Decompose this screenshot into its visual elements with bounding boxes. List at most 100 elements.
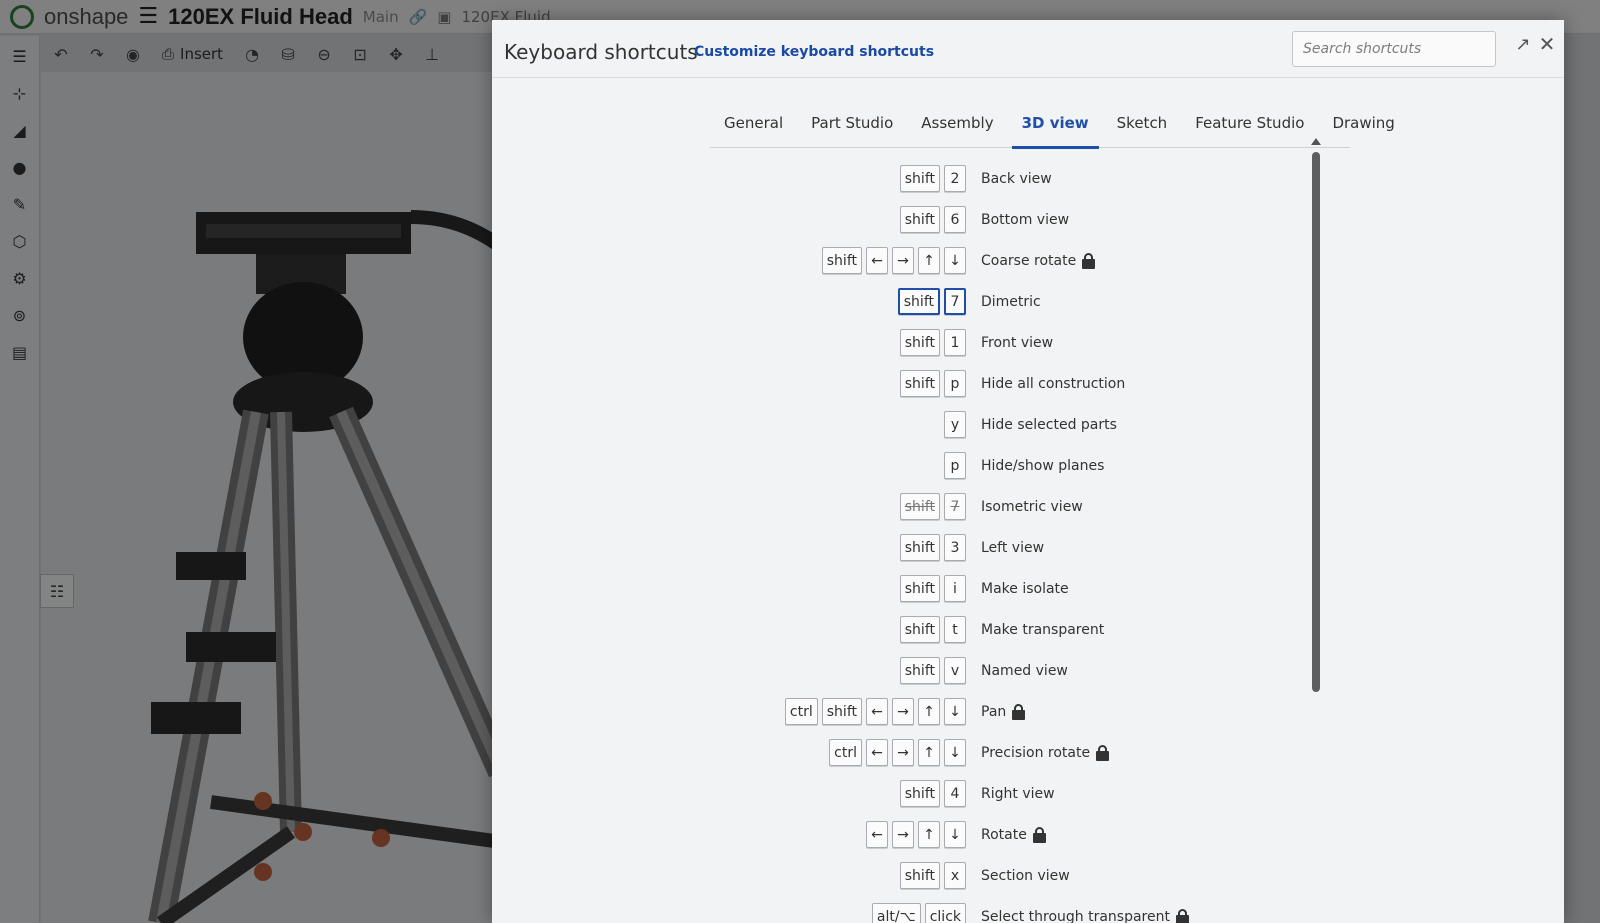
expand-icon[interactable]: ↗ [1512,32,1534,56]
key-cap: ctrl [829,739,862,766]
key-cap: y [944,411,966,438]
key-combo: shift t [712,616,966,643]
tab-general[interactable]: General [710,98,797,148]
shortcut-action-label: Named view [981,662,1068,679]
shortcut-action: Right view [981,786,1055,802]
shortcut-action-label: Back view [981,170,1052,187]
shortcut-action-label: Front view [981,334,1054,351]
shortcut-action-label: Hide/show planes [981,457,1105,474]
key-cap: ↑ [918,247,940,274]
key-cap: t [944,616,966,643]
shortcut-action-label: Isometric view [981,498,1083,515]
shortcut-action: Bottom view [981,212,1069,228]
shortcut-action-label: Make isolate [981,580,1069,597]
scroll-up-icon[interactable] [1311,138,1321,145]
shortcut-action: Select through transparent [981,908,1189,923]
scroll-thumb[interactable] [1312,152,1320,692]
tab-part-studio[interactable]: Part Studio [797,98,907,148]
key-cap: → [892,247,914,274]
key-cap: i [944,575,966,602]
shortcut-row: ← → ↑ ↓ Rotate [712,814,1337,855]
key-combo: alt/⌥ click [712,903,966,923]
shortcut-action-label: Section view [981,867,1070,884]
search-shortcuts-input[interactable] [1292,31,1496,67]
tab-3d-view[interactable]: 3D view [1008,98,1103,149]
key-cap: → [892,698,914,725]
shortcut-row: y Hide selected parts [712,404,1337,445]
shortcut-action: Make isolate [981,581,1069,597]
tab-feature-studio[interactable]: Feature Studio [1181,98,1318,148]
customize-shortcuts-link[interactable]: Customize keyboard shortcuts [694,44,934,60]
key-cap: ← [866,739,888,766]
key-cap: shift [899,575,940,602]
dialog-header: Keyboard shortcuts Customize keyboard sh… [492,20,1564,78]
key-cap: shift [821,698,862,725]
shortcut-row: ctrl ← → ↑ ↓ Precision rotate [712,732,1337,773]
key-cap: ← [866,247,888,274]
key-cap: v [944,657,966,684]
close-icon[interactable]: ✕ [1536,32,1558,56]
shortcut-row: p Hide/show planes [712,445,1337,486]
lock-icon [1012,703,1026,720]
shortcut-action-label: Bottom view [981,211,1070,228]
key-cap: shift [899,165,940,192]
key-cap: 4 [944,780,966,807]
key-cap: shift [899,657,940,684]
shortcut-action-label: Make transparent [981,621,1105,638]
shortcut-action-label: Hide all construction [981,375,1126,392]
shortcut-action: Isometric view [981,499,1083,515]
key-cap: 7 [944,288,966,315]
tab-assembly[interactable]: Assembly [907,98,1007,148]
key-combo: shift ← → ↑ ↓ [712,247,966,274]
shortcut-action-label: Coarse rotate [981,252,1077,269]
key-combo: y [712,411,966,438]
shortcut-row: shift x Section view [712,855,1337,896]
key-cap: ↓ [944,698,966,725]
key-cap: x [944,862,966,889]
shortcut-action: Rotate [981,826,1046,843]
shortcut-row: shift v Named view [712,650,1337,691]
shortcut-action: Make transparent [981,622,1104,638]
key-cap: shift [899,493,940,520]
shortcut-action-label: Precision rotate [981,744,1091,761]
lock-icon [1175,908,1189,923]
key-cap: shift [899,370,940,397]
key-combo: ← → ↑ ↓ [712,821,966,848]
key-combo: shift 4 [712,780,966,807]
shortcut-action-label: Dimetric [981,293,1041,310]
key-combo: shift 3 [712,534,966,561]
shortcut-action: Back view [981,171,1052,187]
key-cap: click [924,903,966,923]
shortcut-action-label: Select through transparent [981,908,1170,923]
key-combo: shift p [712,370,966,397]
shortcut-row: shift p Hide all construction [712,363,1337,404]
key-combo: shift v [712,657,966,684]
key-combo: shift 7 [712,288,966,315]
key-cap: 7 [944,493,966,520]
shortcut-action: Pan [981,703,1026,720]
shortcut-row: shift 6 Bottom view [712,199,1337,240]
key-cap: shift [899,534,940,561]
tab-drawing[interactable]: Drawing [1318,98,1408,148]
key-combo: shift 2 [712,165,966,192]
key-cap: ← [866,821,888,848]
tab-sketch[interactable]: Sketch [1103,98,1182,148]
key-cap: shift [899,616,940,643]
key-cap: ↓ [944,821,966,848]
shortcut-row: shift 4 Right view [712,773,1337,814]
key-combo: ctrl shift ← → ↑ ↓ [712,698,966,725]
shortcut-category-tabs: General Part Studio Assembly 3D view Sketch F… [710,98,1395,149]
key-cap: shift [899,862,940,889]
shortcut-list-scrollbar[interactable] [1310,138,1322,923]
key-cap: 6 [944,206,966,233]
shortcut-row: shift i Make isolate [712,568,1337,609]
dialog-title: Keyboard shortcuts [504,40,698,64]
key-cap: 1 [944,329,966,356]
shortcut-action: Dimetric [981,294,1041,310]
shortcut-action: Coarse rotate [981,252,1096,269]
shortcut-list: shift 2 Back view shift 6 Bottom view shift ← → ↑… [712,158,1337,923]
shortcut-action: Left view [981,540,1044,556]
shortcut-row: shift 1 Front view [712,322,1337,363]
keyboard-shortcuts-dialog: Keyboard shortcuts Customize keyboard sh… [492,20,1564,923]
key-cap: shift [899,329,940,356]
